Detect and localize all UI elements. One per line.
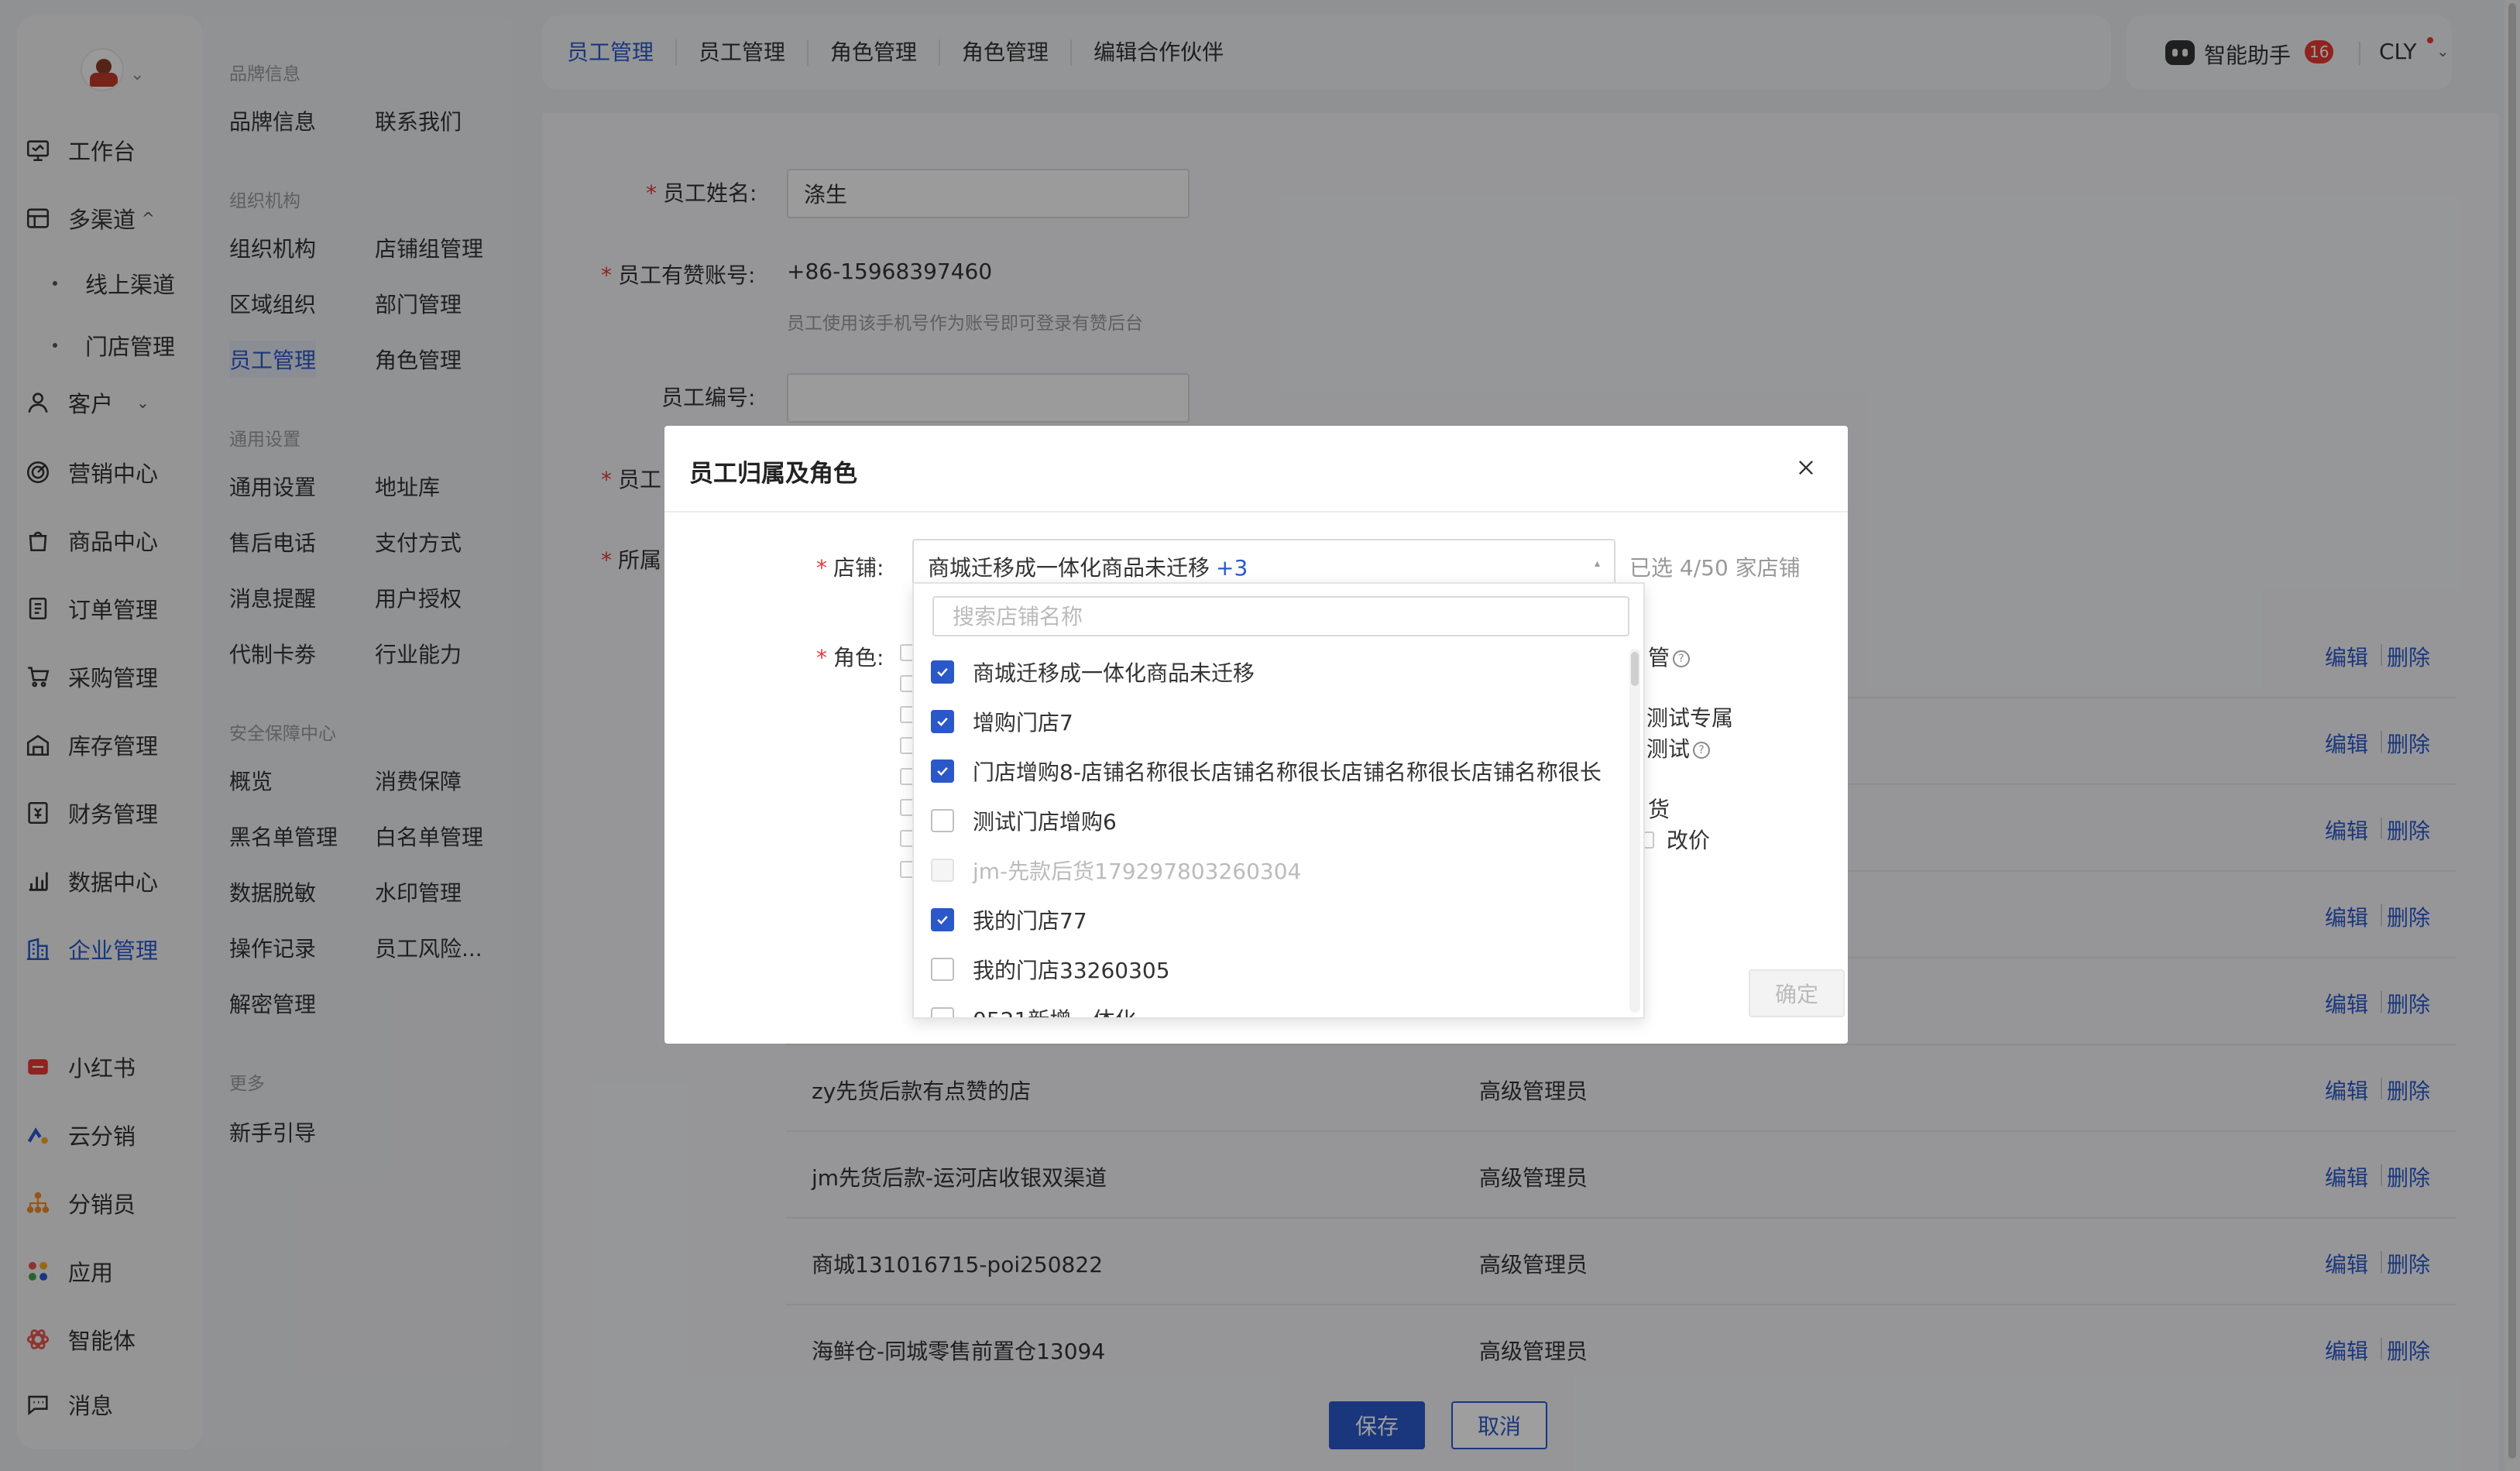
dialog-title: 员工归属及角色 <box>689 460 857 488</box>
store-option-disabled: jm-先款后货179297803260304 <box>931 845 1301 895</box>
checkbox-icon[interactable] <box>931 1007 954 1017</box>
store-option-label: 我的门店33260305 <box>973 958 1170 983</box>
store-option-list: 商城迁移成一体化商品未迁移 增购门店7 门店增购8-店铺名称很长店铺名称很长店铺… <box>914 647 1626 1017</box>
store-search-input[interactable] <box>932 596 1629 636</box>
checkbox-icon[interactable] <box>931 958 954 981</box>
store-option-label: 测试门店增购6 <box>973 809 1117 835</box>
store-dropdown: 商城迁移成一体化商品未迁移 增购门店7 门店增购8-店铺名称很长店铺名称很长店铺… <box>912 582 1645 1019</box>
dialog-header: 员工归属及角色 <box>664 426 1848 513</box>
store-option[interactable]: 我的门店77 <box>931 895 1087 945</box>
store-option[interactable]: 商城迁移成一体化商品未迁移 <box>931 647 1255 697</box>
store-option-label: 增购门店7 <box>973 710 1073 736</box>
store-option-label: 0521新增一体化 <box>973 1003 1136 1017</box>
confirm-button[interactable]: 确定 <box>1749 969 1845 1017</box>
store-option-label: jm-先款后货179297803260304 <box>973 859 1302 884</box>
checkbox-checked-icon[interactable] <box>931 908 954 931</box>
caret-up-icon: ▴ <box>1594 557 1600 570</box>
store-option-label: 商城迁移成一体化商品未迁移 <box>973 660 1255 686</box>
store-option[interactable]: 我的门店33260305 <box>931 945 1170 994</box>
help-icon: ? <box>1693 742 1711 759</box>
store-label: * 店铺: <box>816 555 884 581</box>
role-option-admin[interactable]: 管? <box>1648 641 1691 672</box>
dropdown-scrollbar[interactable] <box>1629 649 1640 1013</box>
role-option-test-exclusive[interactable]: 测试专属 <box>1646 701 1733 732</box>
role-option-change-price[interactable]: 改价 <box>1667 824 1710 855</box>
store-option[interactable]: 0521新增一体化 <box>931 994 1136 1017</box>
checkbox-icon[interactable] <box>931 809 954 832</box>
store-option[interactable]: 测试门店增购6 <box>931 796 1117 845</box>
role-option-test[interactable]: 测试? <box>1646 732 1711 763</box>
close-icon[interactable] <box>1790 452 1821 483</box>
store-option-label: 门店增购8-店铺名称很长店铺名称很长店铺名称很长店铺名称很长 <box>973 760 1602 785</box>
store-selected-value: 商城迁移成一体化商品未迁移 <box>928 555 1210 581</box>
role-option-goods[interactable]: 货 <box>1648 793 1670 824</box>
role-label: * 角色: <box>816 645 884 670</box>
checkbox-disabled-icon <box>931 859 954 882</box>
store-option-label: 我的门店77 <box>973 908 1087 934</box>
store-option[interactable]: 门店增购8-店铺名称很长店铺名称很长店铺名称很长店铺名称很长 <box>931 746 1602 796</box>
help-icon: ? <box>1673 650 1691 667</box>
checkbox-checked-icon[interactable] <box>931 660 954 684</box>
store-more-count: +3 <box>1216 555 1248 581</box>
store-option[interactable]: 增购门店7 <box>931 697 1073 746</box>
selected-store-count: 已选 4/50 家店铺 <box>1629 555 1801 581</box>
checkbox-checked-icon[interactable] <box>931 760 954 783</box>
checkbox-checked-icon[interactable] <box>931 710 954 733</box>
